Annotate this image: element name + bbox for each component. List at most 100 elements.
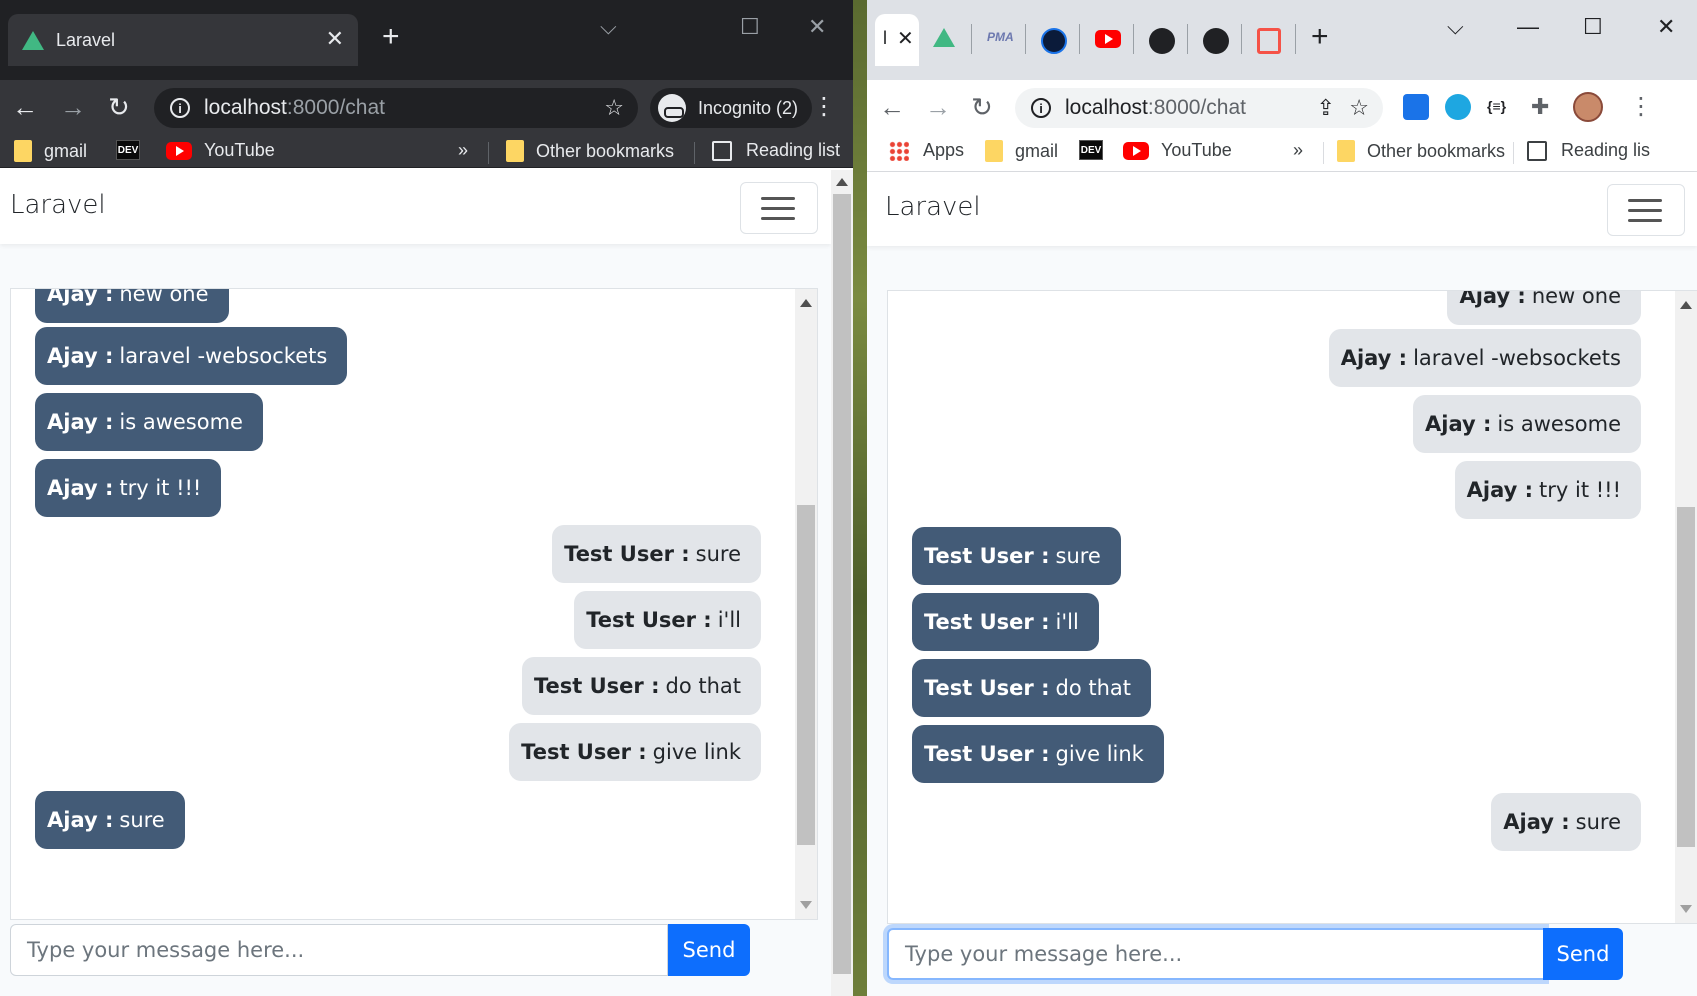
message-text: try it !!!: [1539, 478, 1621, 502]
url-host: localhost: [204, 96, 287, 119]
more-bookmarks-button[interactable]: »: [1293, 140, 1303, 161]
bookmark-gmail[interactable]: gmail: [14, 140, 87, 162]
forward-icon[interactable]: →: [60, 94, 86, 120]
back-icon[interactable]: ←: [12, 94, 38, 120]
chat-messages[interactable]: Ajay : new one Ajay : laravel -websockets …: [887, 290, 1697, 924]
hamburger-bar: [1628, 199, 1662, 202]
message-bubble: Ajay : sure: [1491, 793, 1641, 851]
tab-active[interactable]: l ✕: [875, 14, 919, 66]
bookmark-gmail[interactable]: gmail: [985, 140, 1058, 162]
browser-window-incognito: Laravel ✕ + ⌵ ☐ ✕ ← → ↻ i localhost:8000…: [0, 0, 853, 996]
close-window-icon[interactable]: ✕: [1657, 14, 1675, 40]
address-bar[interactable]: i localhost:8000/chat ⇪ ☆: [1015, 88, 1383, 128]
hamburger-bar: [1628, 219, 1662, 222]
message-text: is awesome: [119, 410, 243, 434]
bookmark-apps[interactable]: Apps: [889, 140, 964, 161]
json-extension-icon[interactable]: {≡}: [1487, 98, 1506, 114]
reload-icon[interactable]: ↻: [971, 94, 993, 120]
scrollbar-thumb[interactable]: [1677, 507, 1695, 847]
new-tab-button[interactable]: +: [1311, 20, 1329, 54]
message-user: Ajay :: [1425, 412, 1492, 436]
divider: [1513, 142, 1514, 164]
navbar-toggler[interactable]: [740, 182, 818, 234]
scrollbar-thumb[interactable]: [797, 505, 815, 845]
url-host: localhost: [1065, 96, 1148, 119]
extensions-puzzle-icon[interactable]: ✚: [1531, 94, 1549, 120]
chat-messages[interactable]: Ajay : new one Ajay : laravel -websockets …: [10, 288, 818, 920]
forward-icon[interactable]: →: [925, 94, 951, 120]
chat-scrollbar[interactable]: [795, 289, 817, 919]
folder-icon: [985, 140, 1003, 162]
bookmark-dev[interactable]: DEV: [1079, 140, 1117, 160]
bookmark-dev[interactable]: DEV: [116, 140, 154, 160]
tab-github-icon[interactable]: [1149, 28, 1175, 54]
site-info-icon[interactable]: i: [170, 98, 190, 118]
address-bar[interactable]: i localhost:8000/chat ☆: [154, 88, 638, 128]
message-text: is awesome: [1497, 412, 1621, 436]
menu-kebab-icon[interactable]: ⋮: [1629, 94, 1653, 120]
reload-icon[interactable]: ↻: [108, 94, 130, 120]
bookmark-label: Reading lis: [1561, 140, 1651, 160]
navbar-brand[interactable]: Laravel: [10, 190, 106, 220]
tab-laravel-icon[interactable]: [1257, 28, 1281, 54]
message-text: do that: [1055, 676, 1132, 700]
message-input[interactable]: Type your message here...: [10, 924, 668, 976]
bookmark-star-icon[interactable]: ☆: [1349, 95, 1369, 121]
incognito-label: Incognito (2): [698, 97, 799, 118]
tab-close-button[interactable]: ✕: [326, 26, 344, 52]
message-bubble: Test User : i'll: [574, 591, 761, 649]
bookmark-reading-list[interactable]: Reading list: [712, 140, 840, 161]
tab-bc-icon[interactable]: [1041, 28, 1067, 54]
maximize-icon[interactable]: ☐: [1583, 14, 1603, 40]
bookmark-youtube[interactable]: YouTube: [1123, 140, 1232, 161]
message-bubble: Test User : give link: [912, 725, 1164, 783]
maximize-icon[interactable]: ☐: [740, 14, 760, 40]
share-icon[interactable]: ⇪: [1317, 95, 1335, 121]
bookmark-youtube[interactable]: YouTube: [166, 140, 275, 161]
navbar-brand[interactable]: Laravel: [885, 192, 981, 222]
message-input[interactable]: Type your message here...: [887, 928, 1545, 980]
scroll-up-icon[interactable]: [800, 299, 812, 307]
desktop-background: [853, 0, 867, 996]
tab-search-icon[interactable]: ⌵: [600, 14, 617, 40]
eyedropper-extension-icon[interactable]: [1403, 94, 1429, 120]
page-scrollbar[interactable]: [831, 170, 853, 996]
more-bookmarks-button[interactable]: »: [458, 140, 468, 161]
hamburger-bar: [1628, 209, 1662, 212]
navbar-toggler[interactable]: [1607, 184, 1685, 236]
tab-title: Laravel: [56, 29, 116, 50]
chat-scrollbar[interactable]: [1675, 291, 1697, 923]
back-icon[interactable]: ←: [879, 94, 905, 120]
bookmark-reading-list[interactable]: Reading lis: [1527, 140, 1650, 161]
scrollbar-thumb[interactable]: [833, 194, 851, 974]
message-user: Ajay :: [1466, 478, 1534, 502]
message-text: sure: [1055, 544, 1101, 568]
bookmark-star-icon[interactable]: ☆: [604, 95, 624, 121]
page-content: Laravel Ajay : new one Ajay : laravel -web…: [867, 172, 1697, 996]
bookmark-other[interactable]: Other bookmarks: [506, 140, 674, 162]
tab-search-icon[interactable]: ⌵: [1447, 14, 1464, 40]
scroll-down-icon[interactable]: [1680, 905, 1692, 913]
bookmark-label: gmail: [44, 140, 88, 161]
menu-kebab-icon[interactable]: ⋮: [812, 94, 836, 120]
message-user: Ajay :: [47, 476, 114, 500]
bookmark-other[interactable]: Other bookmarks: [1337, 140, 1505, 162]
tab-github-icon[interactable]: [1203, 28, 1229, 54]
tab-laravel[interactable]: Laravel ✕: [8, 14, 358, 66]
send-button[interactable]: Send: [1543, 928, 1623, 980]
tab-phpmyadmin[interactable]: PMA: [987, 30, 1014, 44]
tab-youtube[interactable]: [1095, 30, 1133, 48]
close-window-icon[interactable]: ✕: [808, 14, 826, 40]
tab-close-button[interactable]: ✕: [897, 26, 914, 51]
scroll-up-icon[interactable]: [1680, 301, 1692, 309]
scroll-up-icon[interactable]: [836, 178, 848, 186]
new-tab-button[interactable]: +: [382, 20, 400, 54]
profile-avatar[interactable]: [1573, 92, 1603, 122]
send-button[interactable]: Send: [668, 924, 750, 976]
incognito-badge[interactable]: Incognito (2): [650, 88, 812, 128]
site-info-icon[interactable]: i: [1031, 98, 1051, 118]
minimize-icon[interactable]: —: [1517, 14, 1539, 40]
tab-vue[interactable]: [933, 28, 955, 47]
bus-extension-icon[interactable]: [1445, 94, 1471, 120]
scroll-down-icon[interactable]: [800, 901, 812, 909]
